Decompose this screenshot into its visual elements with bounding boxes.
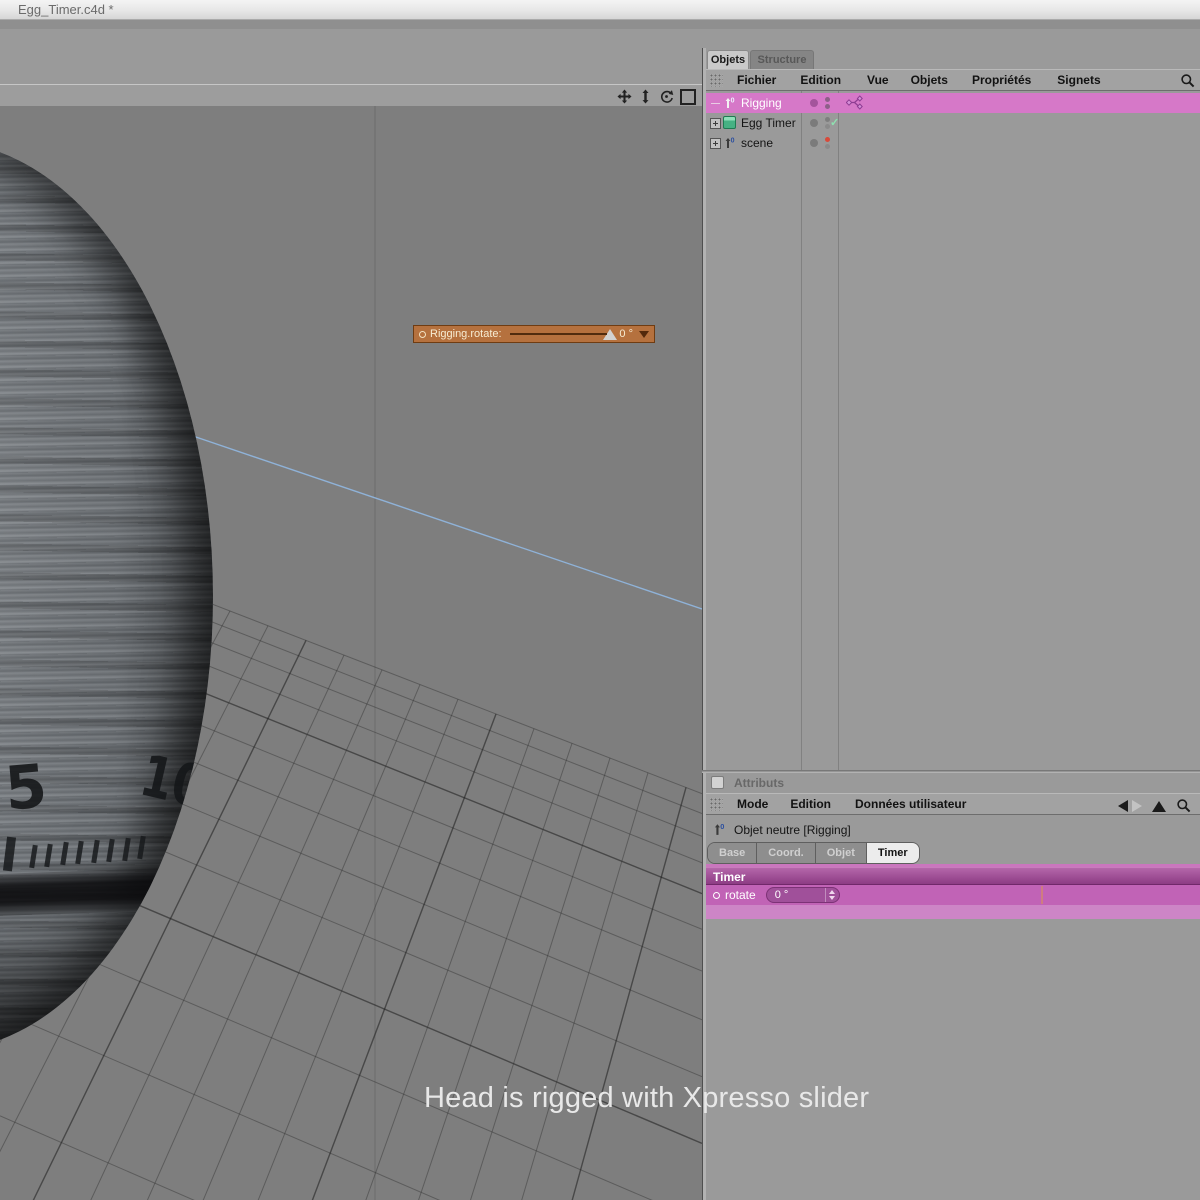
object-tree: 0 Rigging Egg Timer ✓ 0 scene: [706, 91, 1200, 770]
keyframe-tick: [1041, 886, 1043, 904]
null-object-icon: 0: [714, 822, 724, 835]
tab-structure[interactable]: Structure: [750, 50, 814, 69]
object-label[interactable]: Egg Timer: [741, 116, 796, 130]
hud-slider-track[interactable]: [509, 333, 608, 335]
maximize-icon[interactable]: [680, 89, 696, 105]
value-spinner[interactable]: [824, 888, 839, 902]
menu-proprietes[interactable]: Propriétés: [972, 73, 1031, 87]
null-object-icon: 0: [725, 98, 735, 108]
search-icon[interactable]: [1180, 73, 1196, 89]
polygon-object-icon: [723, 116, 736, 129]
animation-dot-icon[interactable]: [713, 891, 720, 899]
hud-slider-value: 0 °: [619, 328, 633, 340]
menu-objets[interactable]: Objets: [911, 73, 948, 87]
timer-section: Timer rotate 0 °: [706, 864, 1200, 919]
spin-up-icon[interactable]: [829, 890, 836, 894]
tree-row-scene[interactable]: 0 scene: [706, 133, 1200, 153]
attributes-menu-bar: Mode Edition Données utilisateur: [706, 793, 1200, 815]
egg-bottom-shadow: [0, 911, 213, 1051]
move-icon[interactable]: [617, 89, 632, 104]
tree-column-divider: [801, 91, 802, 770]
tree-row-egg-timer[interactable]: Egg Timer ✓: [706, 113, 1200, 133]
objects-menu-bar: Fichier Edition Vue Objets Propriétés Si…: [706, 69, 1200, 91]
hud-rotate-slider[interactable]: Rigging.rotate: 0 °: [413, 325, 655, 343]
rotate-parameter-row: rotate 0 °: [706, 885, 1200, 905]
object-label[interactable]: scene: [741, 136, 773, 150]
parent-up-icon[interactable]: [1152, 800, 1166, 812]
svg-text:0: 0: [731, 138, 735, 145]
object-label[interactable]: Rigging: [741, 96, 782, 110]
rotate-icon[interactable]: [659, 89, 674, 104]
svg-text:0: 0: [731, 98, 735, 105]
cinema4d-window: Egg_Timer.c4d * 5 10 Rigging.rotate: 0 °…: [0, 0, 1200, 1200]
menu-fichier[interactable]: Fichier: [737, 73, 776, 87]
editor-visibility-dot[interactable]: [825, 137, 830, 142]
history-back-icon[interactable]: [1118, 800, 1128, 812]
title-bar: Egg_Timer.c4d *: [0, 0, 1200, 20]
section-footer-row: [706, 905, 1200, 919]
rotate-value-field[interactable]: 0 °: [765, 887, 840, 903]
rotate-value[interactable]: 0 °: [767, 889, 825, 901]
tree-column-divider: [838, 91, 839, 770]
search-icon[interactable]: [1176, 798, 1192, 814]
tab-base[interactable]: Base: [708, 843, 757, 863]
section-header[interactable]: Timer: [706, 867, 1200, 885]
rotate-label: rotate: [725, 888, 756, 902]
attribute-tabs: Base Coord. Objet Timer: [707, 842, 920, 864]
editor-visibility-dot[interactable]: [825, 97, 830, 102]
attributes-title-bar: Attributs: [706, 773, 1200, 793]
tab-timer[interactable]: Timer: [865, 843, 919, 863]
menu-mode[interactable]: Mode: [737, 797, 768, 811]
svg-text:0: 0: [720, 822, 724, 831]
null-object-icon: 0: [725, 138, 735, 148]
expand-icon[interactable]: [710, 138, 721, 149]
spin-down-icon[interactable]: [829, 896, 836, 900]
toolbar-strip: [0, 20, 1200, 29]
viewport-header: [0, 84, 702, 106]
enabled-check-icon[interactable]: ✓: [830, 116, 839, 129]
render-visibility-dot[interactable]: [825, 104, 830, 109]
attributes-title: Attributs: [734, 776, 784, 790]
render-visibility-dot[interactable]: [825, 144, 830, 149]
caption-text: Head is rigged with Xpresso slider: [424, 1082, 870, 1114]
layer-dot[interactable]: [810, 99, 818, 107]
viewport-canvas[interactable]: 5 10 Rigging.rotate: 0 °: [0, 106, 702, 1200]
menu-edition[interactable]: Edition: [800, 73, 841, 87]
tree-row-rigging[interactable]: 0 Rigging: [706, 93, 1200, 113]
menu-vue[interactable]: Vue: [867, 73, 889, 87]
tab-objets[interactable]: Objets: [707, 50, 749, 69]
layer-dot[interactable]: [810, 119, 818, 127]
hud-keyframe-dot[interactable]: [419, 330, 426, 338]
xpresso-tag-icon[interactable]: [846, 95, 863, 110]
tab-objet[interactable]: Objet: [814, 843, 866, 863]
menu-signets[interactable]: Signets: [1057, 73, 1100, 87]
tab-coord[interactable]: Coord.: [756, 843, 815, 863]
layer-dot[interactable]: [810, 139, 818, 147]
selected-object-name: Objet neutre [Rigging]: [734, 823, 851, 837]
history-forward-icon[interactable]: [1132, 800, 1142, 812]
selected-object-header: 0 Objet neutre [Rigging]: [706, 819, 1200, 841]
menu-donnees-utilisateur[interactable]: Données utilisateur: [855, 797, 966, 811]
panel-grip-icon[interactable]: [710, 797, 723, 811]
lock-checkbox[interactable]: [711, 776, 724, 789]
menu-edition[interactable]: Edition: [790, 797, 831, 811]
window-title: Egg_Timer.c4d *: [18, 2, 114, 17]
egg-timer-model: 5 10: [0, 141, 213, 1051]
hud-dropdown-icon[interactable]: [639, 330, 649, 338]
panel-grip-icon[interactable]: [710, 73, 723, 87]
expand-icon[interactable]: [710, 118, 721, 129]
dolly-icon[interactable]: [638, 89, 653, 104]
tree-branch-line: [711, 103, 720, 104]
hud-slider-label: Rigging.rotate:: [430, 328, 502, 340]
